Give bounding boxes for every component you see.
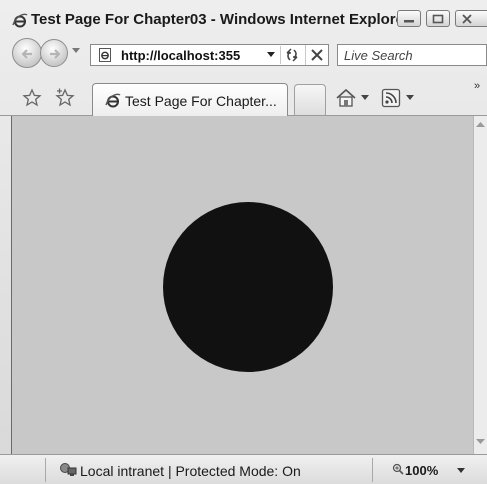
close-button[interactable] bbox=[455, 10, 487, 27]
security-zone-label[interactable]: Local intranet | Protected Mode: On bbox=[80, 463, 301, 479]
home-dropdown-icon[interactable] bbox=[361, 95, 369, 101]
page-icon bbox=[99, 48, 111, 62]
forward-arrow-icon bbox=[50, 49, 61, 59]
status-divider bbox=[372, 458, 373, 482]
home-icon[interactable] bbox=[335, 88, 357, 108]
ie-logo-icon bbox=[105, 93, 121, 108]
vertical-scrollbar[interactable] bbox=[473, 116, 487, 454]
title-bar: Test Page For Chapter03 - Windows Intern… bbox=[0, 0, 487, 32]
ie-logo-icon bbox=[12, 13, 28, 28]
zoom-level[interactable]: 100% bbox=[405, 463, 438, 478]
minimize-button[interactable] bbox=[397, 10, 421, 27]
zoom-icon[interactable] bbox=[392, 463, 404, 475]
minimize-icon bbox=[404, 20, 414, 23]
toolbar-overflow-button[interactable]: » bbox=[474, 80, 480, 92]
add-favorites-icon[interactable] bbox=[54, 88, 76, 108]
stop-icon bbox=[311, 49, 323, 61]
search-input[interactable]: Live Search bbox=[337, 44, 487, 66]
tab-active[interactable]: Test Page For Chapter... bbox=[92, 83, 288, 116]
recent-pages-dropdown[interactable] bbox=[72, 48, 80, 54]
window-title: Test Page For Chapter03 - Windows Intern… bbox=[31, 11, 410, 28]
back-arrow-icon bbox=[21, 49, 32, 59]
zoom-dropdown-icon[interactable] bbox=[457, 468, 465, 474]
scroll-up-icon[interactable] bbox=[476, 122, 485, 128]
status-bar: Local intranet | Protected Mode: On 100% bbox=[0, 454, 487, 484]
page-content bbox=[11, 116, 473, 454]
forward-button[interactable] bbox=[40, 39, 68, 67]
favorites-star-icon[interactable] bbox=[22, 88, 42, 108]
address-dropdown-icon[interactable] bbox=[267, 52, 275, 58]
maximize-button[interactable] bbox=[426, 10, 450, 27]
close-icon bbox=[462, 14, 472, 24]
browser-window: Test Page For Chapter03 - Windows Intern… bbox=[0, 0, 487, 484]
feeds-icon[interactable] bbox=[381, 88, 401, 108]
refresh-icon bbox=[286, 48, 298, 62]
tab-row: Test Page For Chapter... » bbox=[0, 80, 487, 116]
intranet-zone-icon bbox=[60, 463, 77, 476]
back-button[interactable] bbox=[12, 38, 42, 68]
status-divider bbox=[45, 458, 46, 482]
scroll-down-icon[interactable] bbox=[476, 439, 485, 445]
feeds-dropdown-icon[interactable] bbox=[406, 95, 414, 101]
stop-button[interactable] bbox=[305, 45, 328, 65]
black-circle bbox=[163, 202, 333, 372]
url-text: http://localhost:355 bbox=[121, 48, 241, 63]
maximize-icon bbox=[432, 14, 444, 24]
new-tab-button[interactable] bbox=[294, 84, 326, 115]
tab-label: Test Page For Chapter... bbox=[125, 93, 277, 109]
refresh-button[interactable] bbox=[280, 46, 303, 64]
address-row: http://localhost:355 Live Search bbox=[0, 34, 487, 80]
search-placeholder: Live Search bbox=[344, 48, 413, 63]
address-field[interactable]: http://localhost:355 bbox=[90, 44, 329, 66]
